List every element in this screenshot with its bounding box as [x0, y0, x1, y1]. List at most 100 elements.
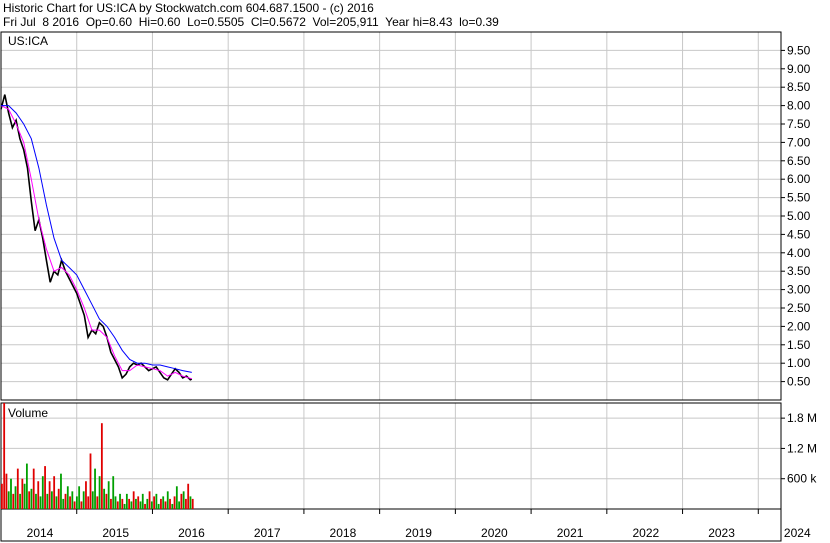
volume-bar	[7, 491, 10, 509]
price-y-tick-label: 1.00	[787, 356, 811, 370]
volume-bar	[103, 488, 106, 509]
volume-bar	[44, 466, 46, 509]
price-y-tick-label: 8.00	[787, 99, 811, 113]
x-tick-label: 2015	[102, 526, 129, 540]
x-tick-label: 2022	[632, 526, 659, 540]
volume-bar	[50, 491, 53, 509]
volume-bar	[48, 481, 51, 509]
price-y-tick-label: 3.50	[787, 264, 811, 278]
volume-y-tick-label: 600 k	[787, 472, 817, 486]
price-y-tick-label: 7.00	[787, 135, 811, 149]
price-y-tick-label: 4.50	[787, 227, 811, 241]
volume-bar	[66, 486, 69, 509]
volume-y-tick-label: 1.8 M	[787, 411, 817, 425]
volume-bar	[91, 491, 94, 509]
volume-bar	[105, 493, 108, 509]
volume-bar	[121, 498, 124, 509]
price-y-tick-label: 1.50	[787, 338, 811, 352]
volume-bar	[110, 498, 112, 509]
volume-bar	[171, 503, 174, 509]
volume-bar	[169, 498, 171, 509]
volume-bar	[30, 488, 33, 509]
volume-bar	[57, 488, 60, 509]
x-tick-label: 2014	[27, 526, 54, 540]
x-tick-label: 2024	[784, 526, 811, 540]
x-tick-label: 2017	[254, 526, 281, 540]
volume-bar	[21, 478, 24, 509]
x-tick-label: 2021	[557, 526, 584, 540]
volume-bar	[37, 481, 40, 509]
volume-bar	[182, 491, 185, 509]
volume-bar	[180, 493, 183, 509]
price-y-axis: 9.50 9.00 8.50 8.00 7.50 7.00 6.50 6.00 5.50 5.00…	[781, 43, 811, 389]
volume-bar	[5, 473, 8, 509]
price-y-tick-label: 7.50	[787, 117, 811, 131]
x-tick-label: 2019	[405, 526, 432, 540]
volume-bar	[164, 501, 167, 509]
volume-bar	[148, 491, 151, 509]
volume-bar	[185, 498, 187, 509]
price-panel-title: US:ICA	[8, 34, 48, 48]
ma-short-line	[0, 105, 192, 380]
volume-bar	[82, 491, 85, 509]
volume-bar	[141, 493, 144, 509]
volume-bar	[116, 501, 119, 509]
volume-bar	[39, 496, 42, 509]
volume-bar	[32, 468, 35, 509]
volume-bar	[73, 501, 76, 509]
volume-bar	[139, 501, 142, 509]
volume-bar	[71, 491, 74, 509]
volume-bar	[62, 498, 65, 509]
volume-bar	[69, 496, 71, 509]
price-y-tick-label: 6.50	[787, 154, 811, 168]
volume-bar	[16, 468, 19, 509]
volume-bar	[87, 496, 90, 509]
volume-y-tick-label: 1.2 M	[787, 441, 817, 455]
volume-bar	[3, 403, 6, 509]
volume-bar	[146, 498, 149, 509]
volume-bar	[123, 503, 126, 509]
volume-bar	[53, 476, 56, 509]
volume-bar	[14, 486, 17, 509]
volume-bar	[191, 498, 194, 509]
x-tick-label: 2023	[708, 526, 735, 540]
volume-bar	[144, 503, 146, 509]
price-y-tick-label: 3.00	[787, 283, 811, 297]
x-tick-label: 2016	[178, 526, 205, 540]
price-y-tick-label: 0.50	[787, 375, 811, 389]
x-tick-label: 2018	[330, 526, 357, 540]
price-line	[0, 94, 193, 381]
volume-bar	[41, 476, 44, 509]
price-series	[0, 94, 193, 381]
volume-bar	[112, 476, 115, 509]
volume-bar	[98, 476, 101, 509]
volume-bar	[85, 481, 87, 509]
price-y-tick-label: 8.50	[787, 80, 811, 94]
volume-bar	[78, 486, 81, 509]
price-y-tick-label: 9.00	[787, 62, 811, 76]
volume-bar	[187, 483, 190, 509]
volume-bar	[157, 503, 160, 509]
volume-bar	[119, 493, 121, 509]
volume-bar	[23, 483, 26, 509]
volume-bar	[160, 498, 162, 509]
volume-bar	[153, 496, 156, 509]
price-y-tick-label: 5.50	[787, 191, 811, 205]
volume-bar	[80, 501, 83, 509]
volume-bar	[150, 501, 153, 509]
volume-bar	[10, 478, 12, 509]
volume-bar	[19, 493, 21, 509]
volume-bar	[135, 498, 137, 509]
x-tick-label: 2020	[481, 526, 508, 540]
volume-bar	[114, 496, 117, 509]
volume-panel-grid	[1, 403, 781, 509]
volume-bar	[94, 468, 96, 509]
volume-bar	[12, 493, 15, 509]
volume-bar	[64, 493, 67, 509]
volume-bar	[137, 496, 140, 509]
price-panel-grid	[1, 32, 781, 400]
volume-bar	[1, 483, 3, 509]
volume-bar	[132, 491, 135, 509]
volume-bar	[175, 486, 178, 509]
volume-bar	[75, 496, 78, 509]
